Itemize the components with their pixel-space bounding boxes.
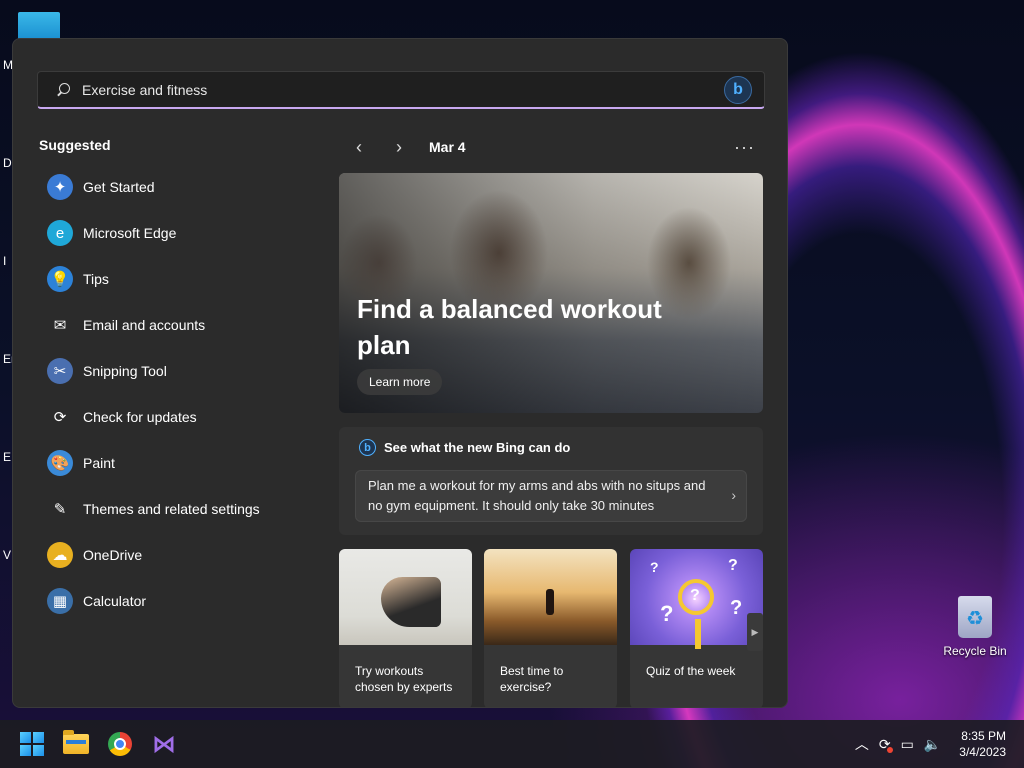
tile-quiz[interactable]: ? ? ? ? ? Quiz of the week bbox=[630, 549, 763, 707]
feed-nav: ‹ › Mar 4 ··· bbox=[349, 135, 769, 159]
network-icon[interactable]: ▭ bbox=[901, 736, 914, 753]
bing-prompt-button[interactable]: Plan me a workout for my arms and abs wi… bbox=[355, 470, 747, 522]
clock[interactable]: 8:35 PM 3/4/2023 bbox=[959, 728, 1006, 760]
learn-more-button[interactable]: Learn more bbox=[357, 369, 443, 395]
file-explorer-button[interactable] bbox=[56, 724, 96, 764]
search-input[interactable]: Exercise and fitness bbox=[82, 82, 724, 98]
suggested-item-label: OneDrive bbox=[83, 547, 143, 563]
sync-icon[interactable]: ⟳ bbox=[879, 736, 893, 753]
tile-best-time[interactable]: Best time to exercise? bbox=[484, 549, 617, 707]
refresh-icon: ⟳ bbox=[53, 409, 67, 426]
suggested-item[interactable]: ✎ Themes and related settings bbox=[47, 486, 307, 532]
suggested-item[interactable]: ▦ Calculator bbox=[47, 578, 307, 624]
recycle-bin[interactable]: Recycle Bin bbox=[940, 596, 1010, 658]
tile-workouts[interactable]: Try workouts chosen by experts bbox=[339, 549, 472, 707]
clock-time: 8:35 PM bbox=[961, 729, 1006, 743]
tile-caption: Best time to exercise? bbox=[500, 664, 564, 694]
mail-icon: ✉ bbox=[53, 317, 67, 334]
brush-icon: ✎ bbox=[53, 501, 67, 518]
cloud-icon: ☁ bbox=[47, 542, 73, 568]
suggested-item-label: Email and accounts bbox=[83, 317, 206, 333]
desktop-icon-label-partial: I bbox=[3, 254, 7, 268]
magnifier-icon bbox=[678, 579, 714, 649]
feed-tiles: Try workouts chosen by experts Best time… bbox=[339, 549, 763, 707]
suggested-item-label: Tips bbox=[83, 271, 109, 287]
bing-icon[interactable]: b bbox=[724, 75, 752, 104]
suggested-item[interactable]: e Microsoft Edge bbox=[47, 210, 307, 256]
suggested-item-label: Paint bbox=[83, 455, 115, 471]
bing-prompt-text: Plan me a workout for my arms and abs wi… bbox=[368, 478, 706, 513]
get-started-icon: ✦ bbox=[47, 174, 73, 200]
bing-icon: b bbox=[359, 439, 376, 456]
quiz-image: ? ? ? ? ? bbox=[630, 549, 763, 649]
recycle-bin-icon bbox=[958, 596, 992, 638]
suggested-item-label: Themes and related settings bbox=[83, 501, 260, 517]
workout-image bbox=[339, 549, 472, 645]
suggested-item-label: Microsoft Edge bbox=[83, 225, 177, 241]
recycle-bin-label: Recycle Bin bbox=[943, 644, 1007, 658]
tile-caption: Quiz of the week bbox=[646, 664, 736, 678]
chevron-right-icon: › bbox=[731, 487, 736, 503]
visual-studio-button[interactable]: ⋈ bbox=[144, 724, 184, 764]
more-options-icon[interactable]: ··· bbox=[734, 137, 755, 158]
clock-date: 3/4/2023 bbox=[959, 745, 1006, 759]
hero-card[interactable]: Find a balanced workout plan Learn more bbox=[339, 173, 763, 413]
previous-arrow-icon[interactable]: ‹ bbox=[349, 137, 369, 158]
bing-card-title: See what the new Bing can do bbox=[384, 440, 571, 455]
suggested-item-label: Get Started bbox=[83, 179, 155, 195]
bing-card: b See what the new Bing can do Plan me a… bbox=[339, 427, 763, 535]
hero-title: Find a balanced workout plan bbox=[357, 294, 662, 360]
folder-icon bbox=[63, 730, 89, 754]
tile-caption: Try workouts chosen by experts bbox=[355, 664, 453, 694]
search-box[interactable]: Exercise and fitness b bbox=[37, 71, 765, 109]
scissors-icon: ✂ bbox=[47, 358, 73, 384]
suggested-item[interactable]: ⟳ Check for updates bbox=[47, 394, 307, 440]
next-arrow-icon[interactable]: › bbox=[389, 137, 409, 158]
suggested-item-label: Check for updates bbox=[83, 409, 197, 425]
chrome-button[interactable] bbox=[100, 724, 140, 764]
suggested-item[interactable]: ✦ Get Started bbox=[47, 164, 307, 210]
desktop-icon-label-partial: E bbox=[3, 450, 12, 464]
palette-icon: 🎨 bbox=[47, 450, 73, 476]
suggested-item[interactable]: ☁ OneDrive bbox=[47, 532, 307, 578]
suggested-item-label: Calculator bbox=[83, 593, 147, 609]
edge-icon: e bbox=[47, 220, 73, 246]
windows-icon bbox=[20, 732, 44, 756]
desktop-icon-partial[interactable] bbox=[18, 12, 60, 40]
volume-icon[interactable]: 🔈 bbox=[924, 736, 941, 753]
search-panel: Exercise and fitness b Suggested ✦ Get St… bbox=[12, 38, 788, 708]
suggested-item[interactable]: 🎨 Paint bbox=[47, 440, 307, 486]
start-button[interactable] bbox=[12, 724, 52, 764]
suggested-item[interactable]: 💡 Tips bbox=[47, 256, 307, 302]
feed-date: Mar 4 bbox=[429, 139, 466, 155]
taskbar: ⋈ ︿ ⟳ ▭ 🔈 8:35 PM 3/4/2023 bbox=[0, 720, 1024, 768]
search-icon bbox=[56, 82, 70, 97]
scroll-right-button[interactable]: ▶ bbox=[747, 613, 763, 651]
suggested-list: ✦ Get Started e Microsoft Edge 💡 Tips ✉ Email a… bbox=[47, 164, 307, 624]
chrome-icon bbox=[108, 732, 132, 756]
show-hidden-icons-chevron-icon[interactable]: ︿ bbox=[855, 734, 869, 754]
runner-image bbox=[484, 549, 617, 645]
suggested-item[interactable]: ✂ Snipping Tool bbox=[47, 348, 307, 394]
system-tray: ︿ ⟳ ▭ 🔈 8:35 PM 3/4/2023 bbox=[855, 720, 1024, 768]
suggested-item[interactable]: ✉ Email and accounts bbox=[47, 302, 307, 348]
calculator-icon: ▦ bbox=[47, 588, 73, 614]
desktop-icon-label-partial: V bbox=[3, 548, 12, 562]
bing-card-header: b See what the new Bing can do bbox=[359, 439, 570, 456]
suggested-item-label: Snipping Tool bbox=[83, 363, 167, 379]
visual-studio-icon: ⋈ bbox=[152, 730, 176, 758]
lightbulb-icon: 💡 bbox=[47, 266, 73, 292]
suggested-heading: Suggested bbox=[39, 137, 111, 153]
